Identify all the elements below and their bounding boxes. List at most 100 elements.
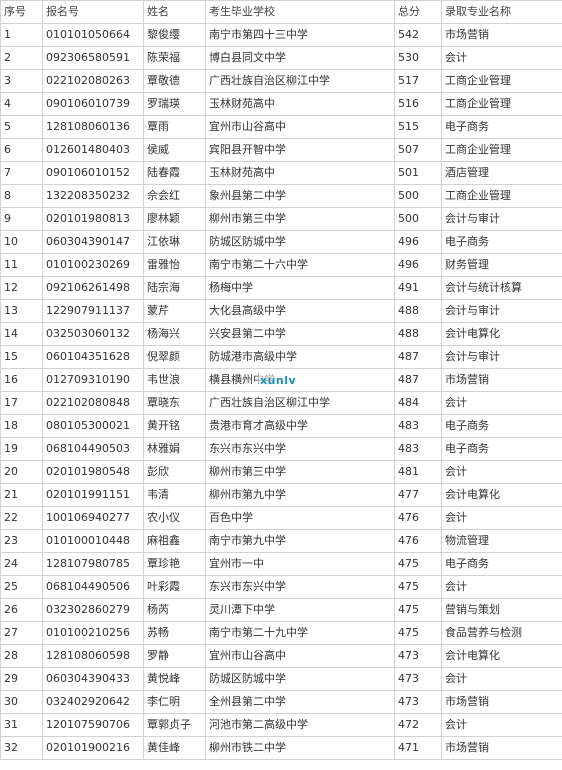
cell-id: 068104490506 [42, 575, 144, 599]
cell-id: 128107980785 [42, 552, 144, 576]
cell-score: 530 [394, 46, 442, 70]
cell-seq: 8 [0, 184, 43, 208]
header-seq: 序号 [0, 0, 43, 24]
cell-school: 南宁市第二十九中学 [205, 621, 395, 645]
table-row: 22 100106940277 农小仪 百色中学 476 会计 [0, 506, 562, 530]
cell-seq: 9 [0, 207, 43, 231]
table-row: 5 128108060136 覃雨 宜州市山谷高中 515 电子商务 [0, 115, 562, 139]
cell-id: 068104490503 [42, 437, 144, 461]
cell-seq: 12 [0, 276, 43, 300]
cell-name: 覃敬德 [143, 69, 206, 93]
cell-seq: 18 [0, 414, 43, 438]
cell-major: 市场营销 [441, 23, 562, 47]
cell-major: 物流管理 [441, 529, 562, 553]
cell-score: 484 [394, 391, 442, 415]
cell-seq: 30 [0, 690, 43, 714]
cell-name: 李仁明 [143, 690, 206, 714]
cell-score: 483 [394, 414, 442, 438]
cell-id: 090106010152 [42, 161, 144, 185]
table-header-row: 序号 报名号 姓名 考生毕业学校 总分 录取专业名称 [0, 0, 562, 24]
cell-id: 032503060132 [42, 322, 144, 346]
cell-school: 柳州市铁二中学 [205, 736, 395, 760]
cell-score: 488 [394, 299, 442, 323]
cell-name: 黎俊缨 [143, 23, 206, 47]
cell-school: 兴安县第二中学 [205, 322, 395, 346]
cell-id: 132208350232 [42, 184, 144, 208]
cell-score: 496 [394, 230, 442, 254]
cell-seq: 14 [0, 322, 43, 346]
header-major: 录取专业名称 [441, 0, 562, 24]
cell-major: 会计与审计 [441, 345, 562, 369]
cell-id: 020101991151 [42, 483, 144, 507]
cell-seq: 17 [0, 391, 43, 415]
cell-id: 020101980813 [42, 207, 144, 231]
cell-score: 481 [394, 460, 442, 484]
cell-name: 韦世浪 [143, 368, 206, 392]
header-name: 姓名 [143, 0, 206, 24]
cell-seq: 13 [0, 299, 43, 323]
cell-name: 罗静 [143, 644, 206, 668]
cell-name: 黄开铭 [143, 414, 206, 438]
cell-score: 487 [394, 345, 442, 369]
cell-school: 宜州市山谷高中 [205, 644, 395, 668]
cell-score: 473 [394, 667, 442, 691]
cell-school: 防城港市高级中学 [205, 345, 395, 369]
cell-major: 会计电算化 [441, 483, 562, 507]
cell-major: 财务管理 [441, 253, 562, 277]
cell-major: 会计与统计核算 [441, 276, 562, 300]
cell-id: 060304390433 [42, 667, 144, 691]
cell-name: 农小仪 [143, 506, 206, 530]
cell-seq: 20 [0, 460, 43, 484]
table-row: 19 068104490503 林雅娟 东兴市东兴中学 483 电子商务 [0, 437, 562, 461]
table-row: 31 120107590706 覃郭贞子 河池市第二高级中学 472 会计 [0, 713, 562, 737]
cell-score: 516 [394, 92, 442, 116]
cell-name: 罗瑞瑛 [143, 92, 206, 116]
cell-name: 林雅娟 [143, 437, 206, 461]
cell-school: 广西壮族自治区柳江中学 [205, 391, 395, 415]
cell-id: 032302860279 [42, 598, 144, 622]
cell-name: 陈荣福 [143, 46, 206, 70]
table-row: 8 132208350232 佘会红 象州县第二中学 500 工商企业管理 [0, 184, 562, 208]
cell-seq: 7 [0, 161, 43, 185]
cell-major: 电子商务 [441, 552, 562, 576]
cell-school: 广西壮族自治区柳江中学 [205, 69, 395, 93]
cell-score: 476 [394, 506, 442, 530]
cell-seq: 22 [0, 506, 43, 530]
cell-major: 会计 [441, 391, 562, 415]
cell-major: 食品营养与检测 [441, 621, 562, 645]
cell-name: 叶彩霞 [143, 575, 206, 599]
cell-seq: 11 [0, 253, 43, 277]
cell-seq: 32 [0, 736, 43, 760]
cell-major: 工商企业管理 [441, 92, 562, 116]
table-row: 25 068104490506 叶彩霞 东兴市东兴中学 475 会计 [0, 575, 562, 599]
cell-major: 酒店管理 [441, 161, 562, 185]
cell-school: 东兴市东兴中学 [205, 575, 395, 599]
header-school: 考生毕业学校 [205, 0, 395, 24]
cell-name: 倪翠颜 [143, 345, 206, 369]
cell-seq: 19 [0, 437, 43, 461]
cell-seq: 16 [0, 368, 43, 392]
cell-name: 彭欣 [143, 460, 206, 484]
cell-major: 市场营销 [441, 690, 562, 714]
table-row: 2 092306580591 陈荣福 博白县同文中学 530 会计 [0, 46, 562, 70]
cell-school: 南宁市第四十三中学 [205, 23, 395, 47]
cell-name: 覃雨 [143, 115, 206, 139]
cell-id: 032402920642 [42, 690, 144, 714]
cell-major: 电子商务 [441, 230, 562, 254]
cell-major: 市场营销 [441, 736, 562, 760]
cell-major: 会计 [441, 460, 562, 484]
cell-name: 侯威 [143, 138, 206, 162]
cell-name: 陆春霞 [143, 161, 206, 185]
cell-id: 012601480403 [42, 138, 144, 162]
cell-score: 542 [394, 23, 442, 47]
cell-seq: 23 [0, 529, 43, 553]
cell-school: 宜州市一中 [205, 552, 395, 576]
cell-school: 柳州市第三中学 [205, 460, 395, 484]
table-row: 28 128108060598 罗静 宜州市山谷高中 473 会计电算化 [0, 644, 562, 668]
cell-score: 483 [394, 437, 442, 461]
table-row: 1 010101050664 黎俊缨 南宁市第四十三中学 542 市场营销 [0, 23, 562, 47]
cell-school: 防城区防城中学 [205, 230, 395, 254]
cell-school: 防城区防城中学 [205, 667, 395, 691]
cell-major: 会计电算化 [441, 322, 562, 346]
cell-name: 黄悦峰 [143, 667, 206, 691]
